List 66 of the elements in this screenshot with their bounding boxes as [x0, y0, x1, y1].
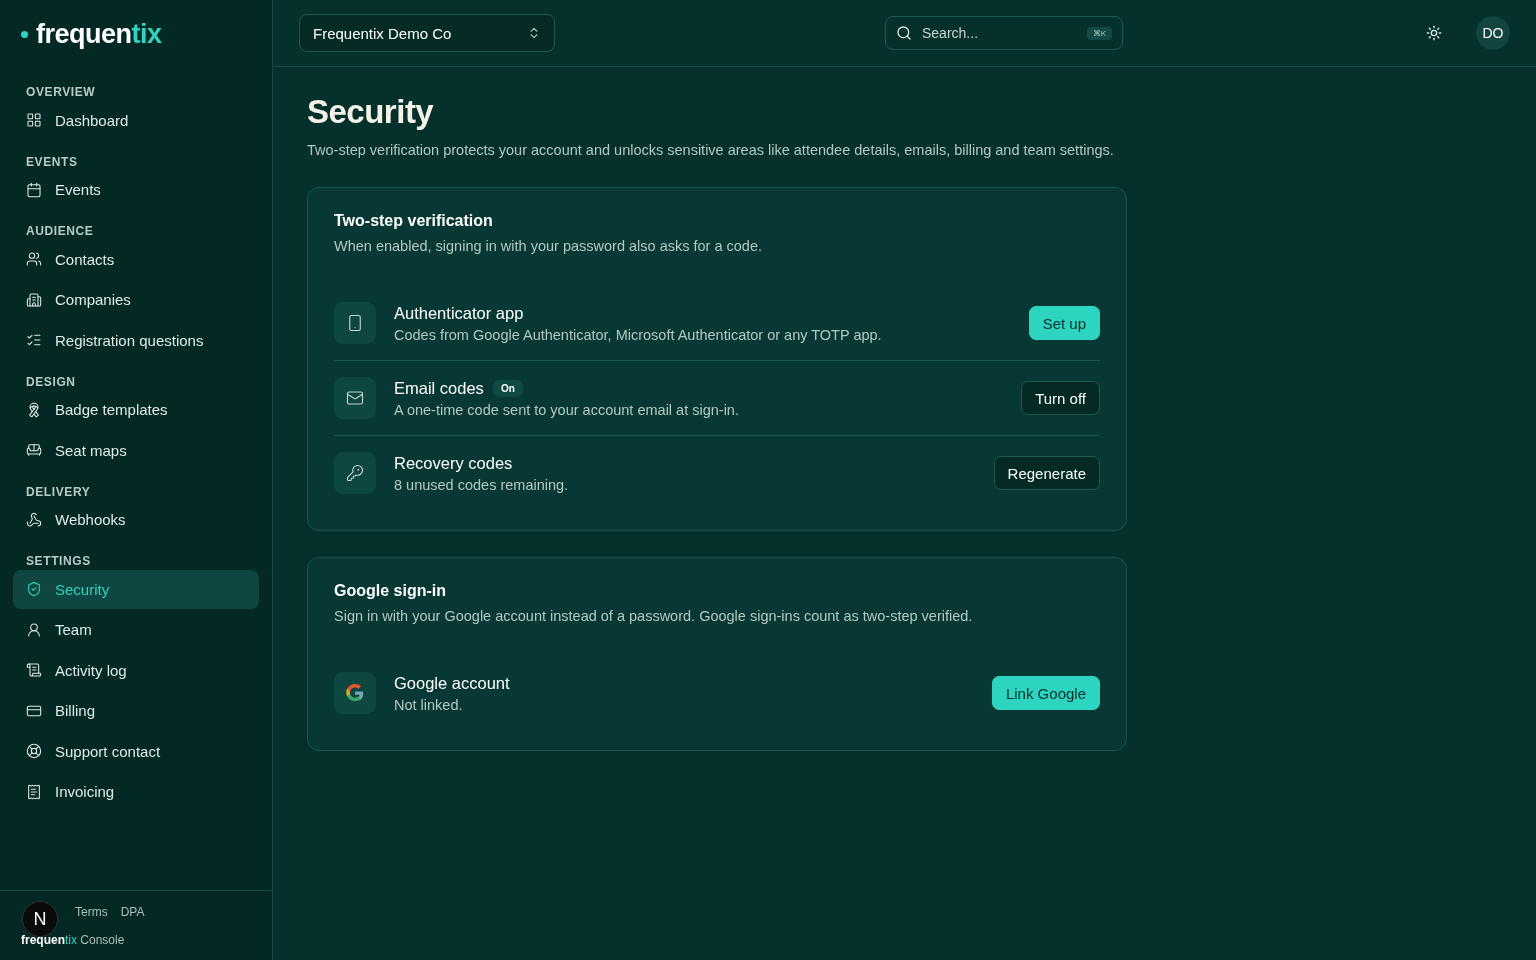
action-button[interactable]: Set up	[1028, 306, 1100, 340]
sidebar-item[interactable]: Contacts	[13, 240, 259, 279]
people-icon	[26, 251, 42, 268]
search-icon	[896, 25, 912, 41]
google-icon	[344, 682, 366, 704]
section-heading: OVERVIEW	[25, 85, 97, 99]
brand-logo[interactable]: frequentix	[36, 18, 162, 50]
webhook-icon	[26, 511, 42, 528]
method-title: Authenticator app	[394, 303, 524, 323]
sidebar-item[interactable]: Dashboard	[13, 101, 259, 140]
page-title: Security	[307, 93, 435, 131]
page-description: Two-step verification protects your account and unlocks sensitive areas like attendee details, emails, billing and team settings.	[307, 141, 1115, 160]
section-heading: DELIVERY	[25, 484, 92, 499]
ribbon-icon	[26, 401, 42, 418]
card-description: When enabled, signing in with your password also asks for a code.	[334, 238, 763, 254]
sidebar-item[interactable]: Security	[13, 570, 259, 609]
card-title: Google sign-in	[334, 582, 447, 600]
sidebar-item[interactable]: Billing	[13, 691, 259, 730]
sidebar-item[interactable]: Support contact	[13, 732, 259, 771]
sidebar-item[interactable]: Webhooks	[13, 500, 259, 539]
card-title: Two-step verification	[334, 212, 494, 230]
receipt-icon	[26, 783, 42, 800]
method-detail: 8 unused codes remaining.	[394, 476, 570, 493]
sidebar-item[interactable]: Seat maps	[13, 431, 259, 470]
method-title: Recovery codes	[394, 453, 513, 473]
organization-select[interactable]: Frequentix Demo Co	[299, 14, 555, 52]
sidebar-item[interactable]: Companies	[13, 280, 259, 319]
shield-icon	[26, 581, 42, 598]
dashboard-icon	[26, 112, 42, 129]
footer-link[interactable]: Terms	[75, 905, 108, 919]
sun-icon[interactable]	[1426, 25, 1442, 41]
shortcut-hint: ⌘K	[1086, 26, 1112, 40]
mail-icon	[346, 389, 364, 407]
section-heading: SETTINGS	[25, 554, 92, 568]
phone-icon	[346, 314, 364, 332]
user-icon	[26, 621, 42, 638]
method-detail: Not linked.	[394, 696, 464, 713]
section-heading: EVENTS	[25, 154, 79, 169]
logo-dot	[21, 30, 28, 38]
user-avatar[interactable]: DO	[1476, 16, 1510, 50]
scroll-icon	[26, 662, 42, 679]
sidebar-item[interactable]: Badge templates	[13, 390, 259, 429]
section-heading: AUDIENCE	[25, 224, 95, 238]
search-field[interactable]: Search... ⌘K	[885, 16, 1123, 50]
section-heading: DESIGN	[25, 374, 77, 389]
method-detail: Codes from Google Authenticator, Microsoft Authenticator or any TOTP app.	[394, 326, 883, 343]
status-badge: On	[492, 379, 523, 397]
action-button[interactable]: Link Google	[991, 676, 1100, 710]
sidebar-item[interactable]: Team	[13, 610, 259, 649]
sidebar-item[interactable]: Events	[13, 170, 259, 209]
method-title: Email codes	[394, 378, 484, 398]
method-title: Google account	[394, 673, 510, 693]
search-input[interactable]: Search...	[920, 24, 1079, 42]
action-button[interactable]: Regenerate	[993, 456, 1100, 490]
method-detail: A one-time code sent to your account email at sign-in.	[394, 401, 740, 418]
building-icon	[26, 291, 42, 308]
card-description: Sign in with your Google account instead of a password. Google sign-ins count as two-step verified.	[334, 608, 974, 624]
footer-link[interactable]: DPA	[120, 905, 145, 919]
sidebar-item[interactable]: Registration questions	[13, 321, 259, 360]
lifebuoy-icon	[26, 743, 42, 760]
calendar-icon	[26, 181, 42, 198]
sidebar-item[interactable]: Invoicing	[13, 772, 259, 811]
action-button[interactable]: Turn off	[1021, 381, 1100, 415]
sofa-icon	[26, 442, 42, 459]
key-icon	[346, 464, 364, 482]
sidebar-item[interactable]: Activity log	[13, 651, 259, 690]
